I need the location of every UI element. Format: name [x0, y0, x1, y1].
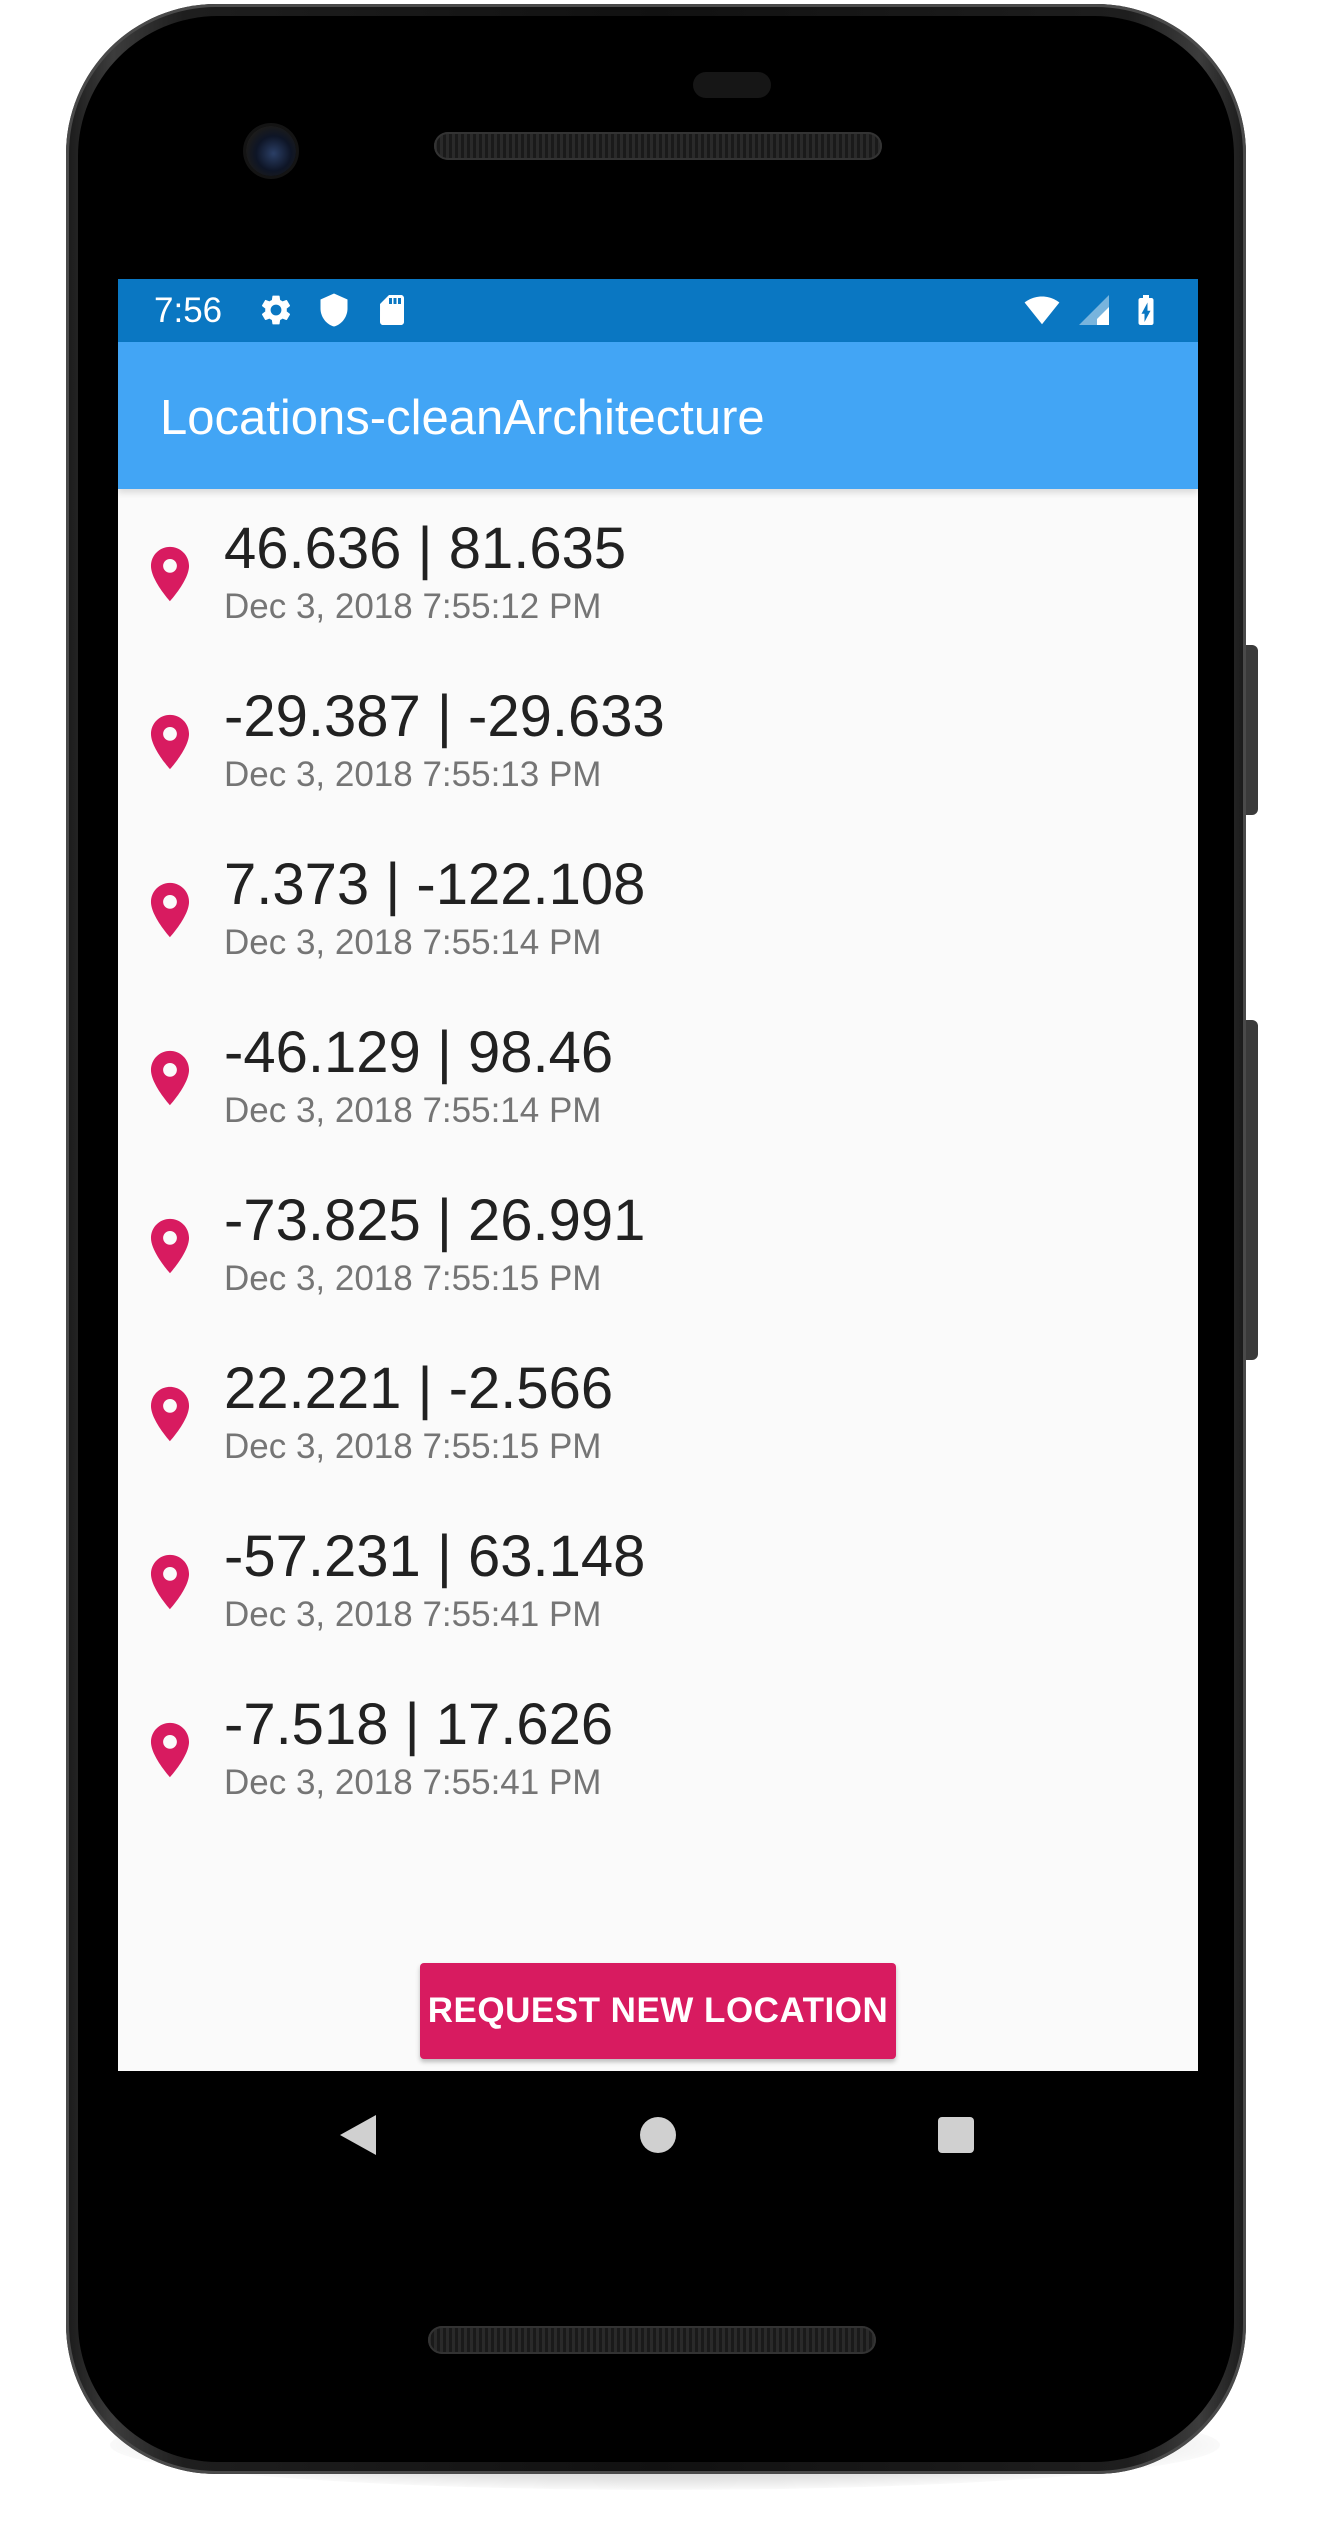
location-pin-icon	[150, 546, 190, 602]
location-coordinates: -46.129 | 98.46	[224, 1020, 614, 1085]
status-bar: 7:56	[118, 279, 1198, 342]
status-right-icons	[1024, 292, 1164, 328]
location-timestamp: Dec 3, 2018 7:55:13 PM	[224, 755, 602, 794]
location-coordinates: -7.518 | 17.626	[224, 1692, 614, 1757]
nav-back-button[interactable]	[318, 2095, 398, 2175]
location-pin-icon	[150, 1554, 190, 1610]
back-icon	[340, 2115, 376, 2155]
location-timestamp: Dec 3, 2018 7:55:41 PM	[224, 1763, 602, 1802]
proximity-sensor	[693, 72, 771, 98]
bottom-speaker-grille	[428, 2326, 876, 2354]
app-screen: 7:56 Locations-cleanArchitecture 46.636 …	[118, 279, 1198, 2071]
location-item[interactable]: -57.231 | 63.148 Dec 3, 2018 7:55:41 PM	[118, 1497, 1198, 1665]
status-time: 7:56	[154, 291, 223, 330]
shield-icon	[320, 293, 348, 327]
top-speaker-grille	[434, 132, 882, 160]
location-pin-icon	[150, 1722, 190, 1778]
device-stage: 7:56 Locations-cleanArchitecture 46.636 …	[0, 0, 1330, 2532]
app-title: Locations-cleanArchitecture	[160, 391, 765, 445]
front-camera	[246, 126, 296, 176]
location-item[interactable]: 7.373 | -122.108 Dec 3, 2018 7:55:14 PM	[118, 825, 1198, 993]
location-item[interactable]: -46.129 | 98.46 Dec 3, 2018 7:55:14 PM	[118, 993, 1198, 1161]
location-item[interactable]: -7.518 | 17.626 Dec 3, 2018 7:55:41 PM	[118, 1665, 1198, 1833]
settings-icon	[261, 295, 291, 325]
location-timestamp: Dec 3, 2018 7:55:14 PM	[224, 1091, 602, 1130]
location-coordinates: -73.825 | 26.991	[224, 1188, 646, 1253]
volume-rocker	[1244, 1020, 1258, 1360]
location-pin-icon	[150, 714, 190, 770]
power-button	[1244, 645, 1258, 815]
location-item[interactable]: 22.221 | -2.566 Dec 3, 2018 7:55:15 PM	[118, 1329, 1198, 1497]
recents-icon	[938, 2117, 974, 2153]
location-coordinates: 46.636 | 81.635	[224, 516, 627, 581]
location-pin-icon	[150, 1050, 190, 1106]
location-item[interactable]: 46.636 | 81.635 Dec 3, 2018 7:55:12 PM	[118, 489, 1198, 657]
wifi-icon	[1024, 296, 1060, 325]
home-icon	[640, 2117, 676, 2153]
location-coordinates: -29.387 | -29.633	[224, 684, 665, 749]
location-coordinates: -57.231 | 63.148	[224, 1524, 646, 1589]
status-left-icons	[258, 292, 410, 328]
nav-home-button[interactable]	[618, 2095, 698, 2175]
location-pin-icon	[150, 882, 190, 938]
nav-recents-button[interactable]	[916, 2095, 996, 2175]
location-coordinates: 7.373 | -122.108	[224, 852, 646, 917]
location-list[interactable]: 46.636 | 81.635 Dec 3, 2018 7:55:12 PM -…	[118, 489, 1198, 1833]
system-navigation-bar	[118, 2071, 1198, 2201]
sd-card-icon	[380, 295, 404, 325]
location-timestamp: Dec 3, 2018 7:55:12 PM	[224, 587, 602, 626]
location-timestamp: Dec 3, 2018 7:55:15 PM	[224, 1427, 602, 1466]
app-bar: Locations-cleanArchitecture	[118, 342, 1198, 489]
battery-charging-icon	[1138, 295, 1154, 325]
location-coordinates: 22.221 | -2.566	[224, 1356, 614, 1421]
signal-icon	[1079, 295, 1109, 325]
location-item[interactable]: -73.825 | 26.991 Dec 3, 2018 7:55:15 PM	[118, 1161, 1198, 1329]
location-item[interactable]: -29.387 | -29.633 Dec 3, 2018 7:55:13 PM	[118, 657, 1198, 825]
location-pin-icon	[150, 1386, 190, 1442]
location-timestamp: Dec 3, 2018 7:55:41 PM	[224, 1595, 602, 1634]
location-timestamp: Dec 3, 2018 7:55:14 PM	[224, 923, 602, 962]
location-pin-icon	[150, 1218, 190, 1274]
request-new-location-button[interactable]: REQUEST NEW LOCATION	[420, 1963, 896, 2059]
location-timestamp: Dec 3, 2018 7:55:15 PM	[224, 1259, 602, 1298]
